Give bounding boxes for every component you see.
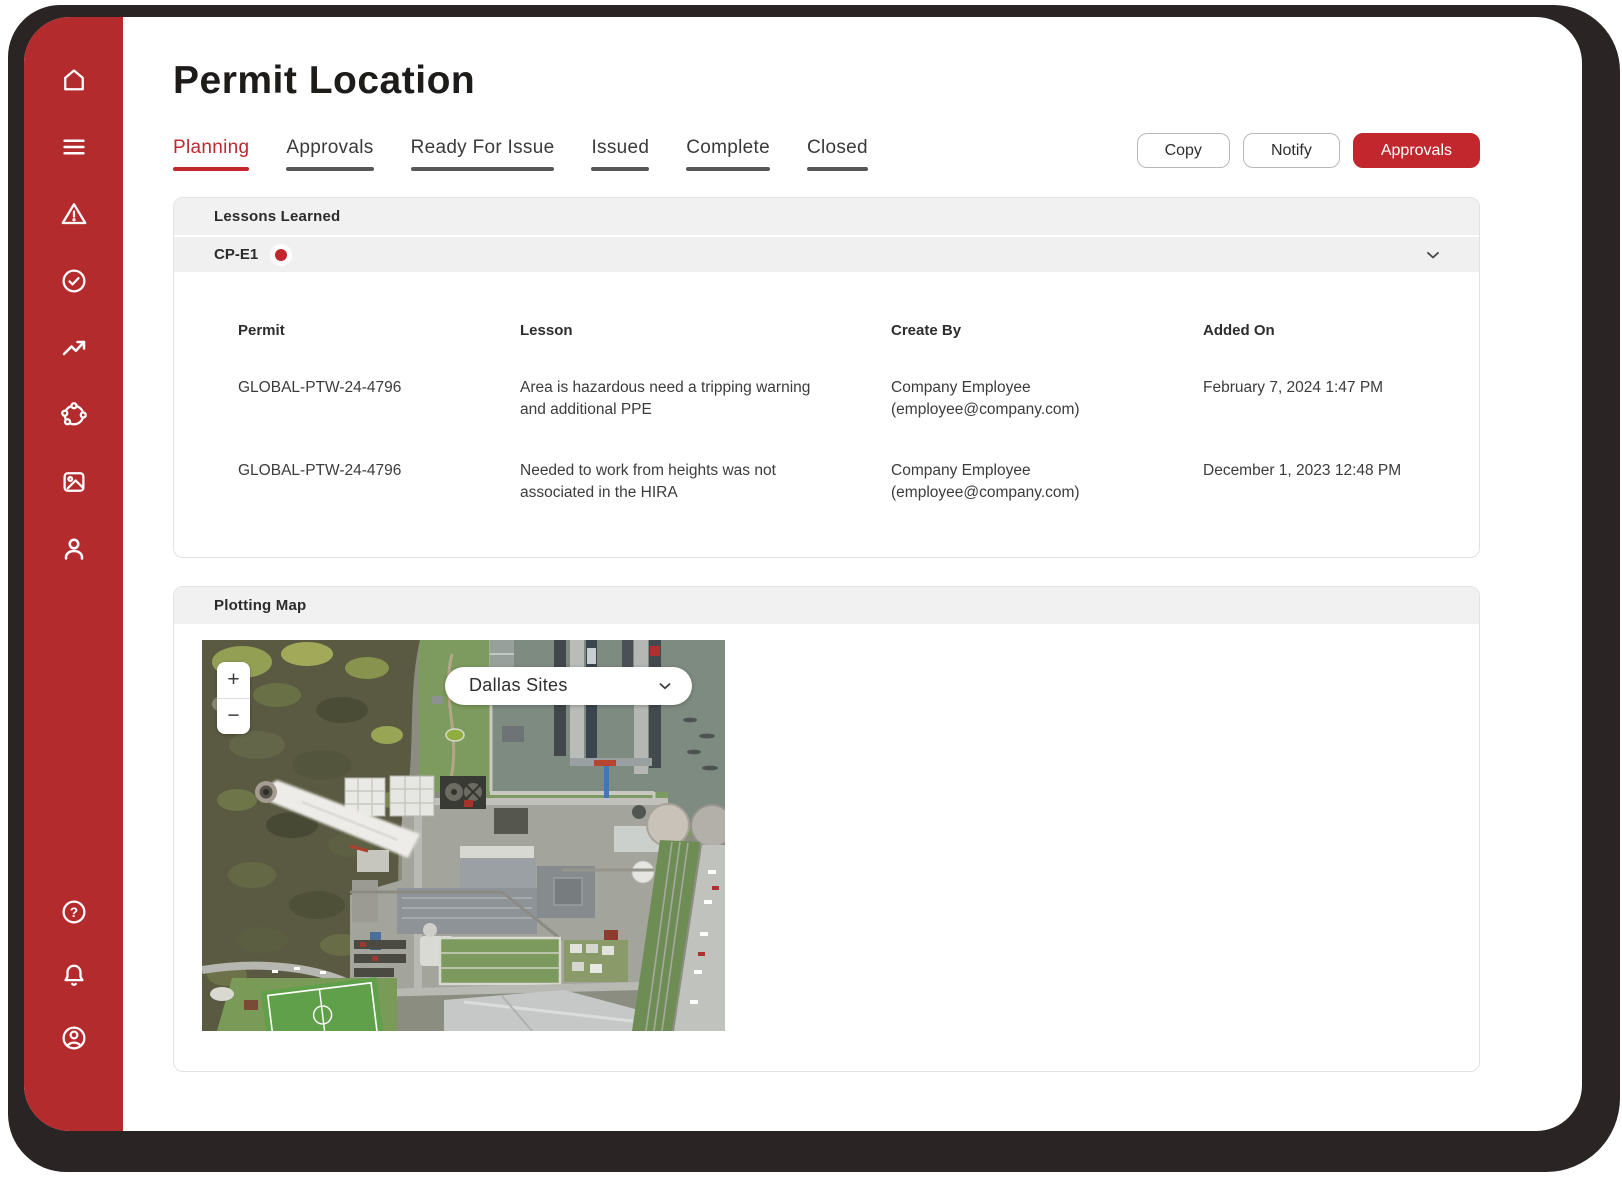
- zoom-in-button[interactable]: +: [217, 662, 250, 698]
- hub-icon[interactable]: [59, 400, 89, 430]
- status-dot: [270, 244, 292, 266]
- alert-triangle-icon[interactable]: [59, 199, 89, 229]
- tab-approvals[interactable]: Approvals: [286, 133, 373, 171]
- create-by-email: (employee@company.com): [891, 399, 1203, 421]
- cell-lesson: Needed to work from heights was not asso…: [520, 460, 820, 505]
- sidebar: ?: [24, 17, 123, 1131]
- site-selector-value: Dallas Sites: [469, 675, 568, 696]
- tabs: Planning Approvals Ready For Issue Issue…: [173, 133, 868, 171]
- tab-closed[interactable]: Closed: [807, 133, 868, 171]
- map-zoom-control: + −: [217, 662, 250, 734]
- check-circle-icon[interactable]: [59, 266, 89, 296]
- cell-create-by: Company Employee (employee@company.com): [891, 460, 1203, 505]
- plotting-map-card: Plotting Map: [173, 586, 1480, 1072]
- copy-button[interactable]: Copy: [1137, 133, 1230, 168]
- tab-planning[interactable]: Planning: [173, 133, 249, 171]
- lessons-learned-title: Lessons Learned: [214, 208, 340, 225]
- bell-icon[interactable]: [59, 960, 89, 990]
- main-content: Permit Location Planning Approvals Ready…: [123, 17, 1582, 1131]
- help-icon[interactable]: ?: [59, 897, 89, 927]
- home-icon[interactable]: [59, 65, 89, 95]
- sidebar-bottom-group: ?: [59, 897, 89, 1053]
- create-by-email: (employee@company.com): [891, 482, 1203, 504]
- col-create-by: Create By: [891, 322, 1203, 339]
- zoom-out-button[interactable]: −: [217, 698, 250, 734]
- plotting-map-header: Plotting Map: [174, 587, 1479, 624]
- cell-added-on: February 7, 2024 1:47 PM: [1203, 377, 1439, 422]
- lessons-table: Permit Lesson Create By Added On GLOBAL-…: [174, 272, 1479, 557]
- menu-icon[interactable]: [59, 132, 89, 162]
- action-buttons: Copy Notify Approvals: [1137, 133, 1480, 168]
- chevron-down-icon[interactable]: [1423, 245, 1443, 265]
- create-by-name: Company Employee: [891, 377, 1203, 399]
- lessons-learned-card: Lessons Learned CP-E1 Permit Lesson Crea…: [173, 197, 1480, 558]
- table-row: GLOBAL-PTW-24-4796 Needed to work from h…: [238, 460, 1439, 505]
- app-window: ? Permit Location Planning Approvals Rea…: [24, 17, 1582, 1131]
- user-icon[interactable]: [59, 534, 89, 564]
- col-added-on: Added On: [1203, 322, 1439, 339]
- image-icon[interactable]: [59, 467, 89, 497]
- create-by-name: Company Employee: [891, 460, 1203, 482]
- lessons-learned-header: Lessons Learned: [174, 198, 1479, 235]
- cell-lesson: Area is hazardous need a tripping warnin…: [520, 377, 820, 422]
- cell-permit: GLOBAL-PTW-24-4796: [238, 377, 520, 422]
- cell-create-by: Company Employee (employee@company.com): [891, 377, 1203, 422]
- notify-button[interactable]: Notify: [1243, 133, 1340, 168]
- chevron-down-icon: [656, 677, 674, 695]
- device-frame: ? Permit Location Planning Approvals Rea…: [8, 5, 1620, 1172]
- col-permit: Permit: [238, 322, 520, 339]
- page-title: Permit Location: [173, 59, 1480, 103]
- approvals-button[interactable]: Approvals: [1353, 133, 1480, 168]
- tab-bar: Planning Approvals Ready For Issue Issue…: [173, 133, 1480, 171]
- map-viewport[interactable]: + − Dallas Sites: [202, 640, 725, 1031]
- svg-text:?: ?: [69, 905, 77, 920]
- table-row: GLOBAL-PTW-24-4796 Area is hazardous nee…: [238, 377, 1439, 422]
- plotting-map-title: Plotting Map: [214, 597, 306, 614]
- tab-ready-for-issue[interactable]: Ready For Issue: [411, 133, 555, 171]
- site-selector-dropdown[interactable]: Dallas Sites: [445, 667, 692, 705]
- lessons-group-row[interactable]: CP-E1: [174, 235, 1479, 272]
- tab-issued[interactable]: Issued: [591, 133, 649, 171]
- account-circle-icon[interactable]: [59, 1023, 89, 1053]
- cell-permit: GLOBAL-PTW-24-4796: [238, 460, 520, 505]
- trending-up-icon[interactable]: [59, 333, 89, 363]
- tab-complete[interactable]: Complete: [686, 133, 770, 171]
- sidebar-top-group: [59, 65, 89, 564]
- cell-added-on: December 1, 2023 12:48 PM: [1203, 460, 1439, 505]
- col-lesson: Lesson: [520, 322, 891, 339]
- lessons-table-header: Permit Lesson Create By Added On: [238, 322, 1439, 339]
- group-label: CP-E1: [214, 246, 258, 263]
